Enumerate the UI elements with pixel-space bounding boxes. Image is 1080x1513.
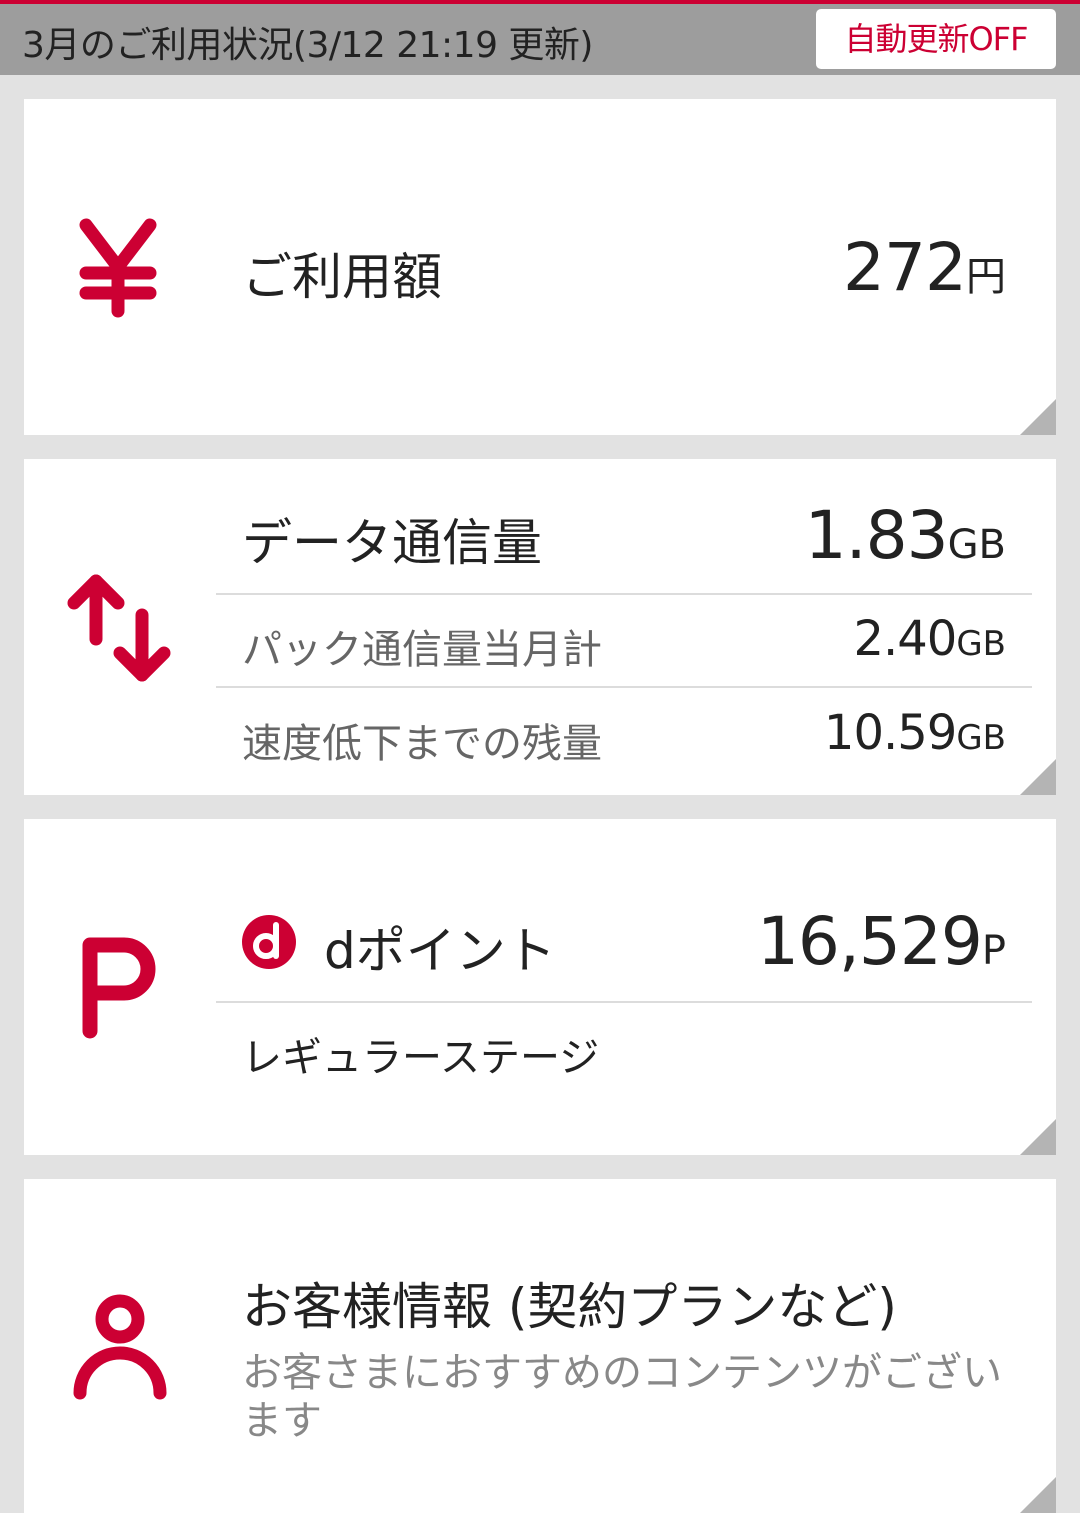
remaining-unit: GB	[956, 718, 1006, 758]
divider	[216, 686, 1032, 688]
divider	[216, 1001, 1032, 1003]
corner-arrow-icon	[1020, 1477, 1056, 1513]
usage-amount-card[interactable]: ご利用額 272円	[24, 99, 1056, 435]
data-usage-unit: GB	[947, 522, 1006, 568]
user-icon	[73, 1294, 167, 1400]
d-points-value: 16,529P	[757, 903, 1006, 980]
remaining-number: 10.59	[823, 705, 957, 761]
pack-usage-label: パック通信量当月計	[242, 627, 602, 673]
corner-arrow-icon	[1020, 1119, 1056, 1155]
data-usage-number: 1.83	[804, 497, 949, 574]
usage-status-title: 3月のご利用状況(3/12 21:19 更新)	[22, 25, 593, 66]
data-usage-label: データ通信量	[242, 514, 542, 572]
usage-amount-unit: 円	[966, 254, 1006, 300]
customer-info-label: お客様情報 (契約プランなど)	[242, 1278, 897, 1336]
auto-update-toggle-button[interactable]: 自動更新OFF	[816, 9, 1056, 69]
data-usage-value: 1.83GB	[805, 497, 1006, 574]
pack-usage-value: 2.40GB	[853, 611, 1006, 667]
customer-info-description: お客さまにおすすめのコンテンツがございます	[242, 1350, 1002, 1444]
d-points-label: dポイント	[324, 922, 556, 980]
remaining-until-throttle-value: 10.59GB	[824, 705, 1006, 761]
points-p-icon	[82, 937, 156, 1039]
status-header: 3月のご利用状況(3/12 21:19 更新) 自動更新OFF	[0, 4, 1080, 75]
customer-info-card[interactable]: お客様情報 (契約プランなど) お客さまにおすすめのコンテンツがございます	[24, 1179, 1056, 1513]
d-points-number: 16,529	[756, 903, 983, 980]
usage-amount-label: ご利用額	[242, 248, 442, 306]
remaining-until-throttle-label: 速度低下までの残量	[242, 721, 602, 767]
divider	[216, 593, 1032, 595]
d-logo-icon	[242, 915, 296, 969]
usage-amount-value: 272円	[843, 229, 1006, 306]
pack-usage-number: 2.40	[853, 611, 957, 667]
corner-arrow-icon	[1020, 759, 1056, 795]
corner-arrow-icon	[1020, 399, 1056, 435]
d-points-unit: P	[981, 928, 1006, 974]
d-points-card[interactable]: dポイント 16,529P レギュラーステージ	[24, 819, 1056, 1155]
yen-icon	[79, 218, 157, 318]
data-usage-card[interactable]: データ通信量 1.83GB パック通信量当月計 2.40GB 速度低下までの残量…	[24, 459, 1056, 795]
data-transfer-icon	[67, 574, 171, 682]
pack-usage-unit: GB	[956, 624, 1006, 664]
usage-amount-number: 272	[843, 229, 967, 306]
member-stage-label: レギュラーステージ	[242, 1035, 600, 1081]
